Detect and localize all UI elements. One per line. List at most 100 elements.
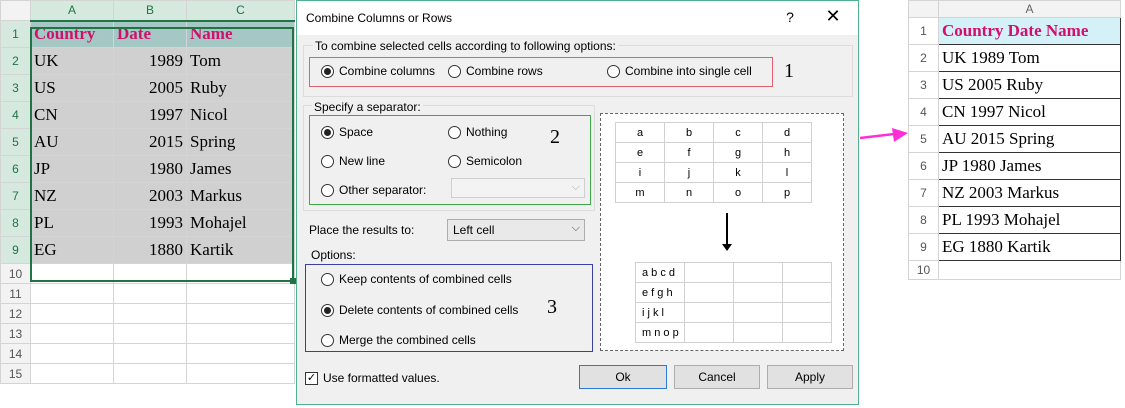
radio-indicator[interactable] — [448, 125, 461, 139]
cell-combined[interactable]: EG 1880 Kartik — [938, 233, 1121, 261]
radio-separator-new-line[interactable]: New line — [321, 154, 385, 168]
radio-indicator[interactable] — [448, 154, 461, 168]
check-mark-icon[interactable]: ✓ — [305, 371, 318, 385]
column-header-b[interactable]: B — [113, 0, 187, 22]
empty-cell[interactable] — [30, 343, 114, 364]
row-header[interactable]: 4 — [0, 101, 31, 129]
radio-separator-nothing[interactable]: Nothing — [448, 125, 507, 139]
place-results-select[interactable]: Left cell ⌵ — [447, 219, 585, 241]
cell-name[interactable]: Spring — [186, 128, 295, 156]
empty-cell[interactable] — [113, 263, 187, 284]
radio-combine-single-cell[interactable]: Combine into single cell — [607, 64, 752, 78]
radio-merge-cells[interactable]: Merge the combined cells — [321, 333, 476, 347]
radio-keep-contents[interactable]: Keep contents of combined cells — [321, 272, 512, 286]
radio-indicator[interactable] — [321, 64, 334, 78]
cell-date[interactable]: 2005 — [113, 74, 187, 102]
radio-indicator[interactable] — [321, 125, 334, 139]
column-header-c[interactable]: C — [186, 0, 295, 22]
radio-separator-other[interactable]: Other separator: — [321, 183, 426, 197]
cell-combined[interactable]: AU 2015 Spring — [938, 125, 1121, 153]
cell-country[interactable]: AU — [30, 128, 114, 156]
row-header[interactable]: 2 — [908, 44, 939, 72]
cell-country[interactable]: CN — [30, 101, 114, 129]
row-header[interactable]: 5 — [908, 125, 939, 153]
cell-country[interactable]: EG — [30, 236, 114, 264]
cell-date[interactable]: 2015 — [113, 128, 187, 156]
radio-indicator[interactable] — [321, 303, 334, 317]
radio-indicator[interactable] — [321, 333, 334, 347]
cell-combined[interactable]: US 2005 Ruby — [938, 71, 1121, 99]
empty-cell[interactable] — [113, 303, 187, 324]
cell-name[interactable]: Ruby — [186, 74, 295, 102]
cancel-button[interactable]: Cancel — [674, 365, 760, 389]
cell-country[interactable]: UK — [30, 47, 114, 75]
row-header[interactable]: 12 — [0, 303, 31, 324]
radio-combine-rows[interactable]: Combine rows — [448, 64, 543, 78]
cell-header-name[interactable]: Name — [186, 20, 295, 48]
row-header[interactable]: 3 — [0, 74, 31, 102]
radio-indicator[interactable] — [321, 272, 334, 286]
cell-combined[interactable]: NZ 2003 Markus — [938, 179, 1121, 207]
cell-name[interactable]: Nicol — [186, 101, 295, 129]
cell-country[interactable]: PL — [30, 209, 114, 237]
row-header[interactable]: 1 — [908, 17, 939, 45]
empty-cell[interactable] — [30, 303, 114, 324]
cell-date[interactable]: 2003 — [113, 182, 187, 210]
row-header[interactable]: 10 — [908, 260, 939, 280]
radio-indicator[interactable] — [607, 64, 620, 78]
cell-date[interactable]: 1980 — [113, 155, 187, 183]
row-header[interactable]: 8 — [0, 209, 31, 237]
column-header-a[interactable]: A — [938, 0, 1121, 18]
select-all-corner[interactable] — [0, 0, 31, 21]
empty-cell[interactable] — [938, 260, 1121, 280]
other-separator-input[interactable]: ⌵ — [451, 178, 585, 198]
cell-country[interactable]: US — [30, 74, 114, 102]
row-header[interactable]: 4 — [908, 98, 939, 126]
row-header[interactable]: 14 — [0, 343, 31, 364]
use-formatted-values-checkbox[interactable]: ✓ Use formatted values. — [305, 371, 440, 385]
help-icon[interactable]: ? — [780, 9, 800, 25]
row-header[interactable]: 6 — [0, 155, 31, 183]
cell-date[interactable]: 1993 — [113, 209, 187, 237]
row-header[interactable]: 11 — [0, 283, 31, 304]
row-header[interactable]: 5 — [0, 128, 31, 156]
ok-button[interactable]: Ok — [579, 365, 667, 389]
empty-cell[interactable] — [30, 263, 114, 284]
cell-name[interactable]: James — [186, 155, 295, 183]
radio-indicator[interactable] — [321, 183, 334, 197]
empty-cell[interactable] — [186, 323, 295, 344]
empty-cell[interactable] — [30, 363, 114, 384]
row-header[interactable]: 8 — [908, 206, 939, 234]
cell-header-combined[interactable]: Country Date Name — [938, 17, 1121, 45]
radio-separator-space[interactable]: Space — [321, 125, 373, 139]
close-icon[interactable]: ✕ — [822, 6, 844, 27]
empty-cell[interactable] — [30, 283, 114, 304]
row-header[interactable]: 3 — [908, 71, 939, 99]
empty-cell[interactable] — [113, 343, 187, 364]
row-header[interactable]: 9 — [908, 233, 939, 261]
cell-name[interactable]: Markus — [186, 182, 295, 210]
cell-combined[interactable]: JP 1980 James — [938, 152, 1121, 180]
row-header[interactable]: 10 — [0, 263, 31, 284]
empty-cell[interactable] — [113, 323, 187, 344]
cell-combined[interactable]: PL 1993 Mohajel — [938, 206, 1121, 234]
cell-header-country[interactable]: Country — [30, 20, 114, 48]
cell-name[interactable]: Mohajel — [186, 209, 295, 237]
row-header[interactable]: 15 — [0, 363, 31, 384]
row-header[interactable]: 7 — [0, 182, 31, 210]
cell-name[interactable]: Tom — [186, 47, 295, 75]
row-header[interactable]: 6 — [908, 152, 939, 180]
cell-date[interactable]: 1989 — [113, 47, 187, 75]
empty-cell[interactable] — [186, 263, 295, 284]
empty-cell[interactable] — [186, 363, 295, 384]
row-header[interactable]: 1 — [0, 20, 31, 48]
row-header[interactable]: 9 — [0, 236, 31, 264]
row-header[interactable]: 13 — [0, 323, 31, 344]
radio-combine-columns[interactable]: Combine columns — [321, 64, 435, 78]
radio-indicator[interactable] — [321, 154, 334, 168]
apply-button[interactable]: Apply — [767, 365, 853, 389]
row-header[interactable]: 2 — [0, 47, 31, 75]
select-all-corner[interactable] — [908, 0, 939, 18]
cell-name[interactable]: Kartik — [186, 236, 295, 264]
row-header[interactable]: 7 — [908, 179, 939, 207]
